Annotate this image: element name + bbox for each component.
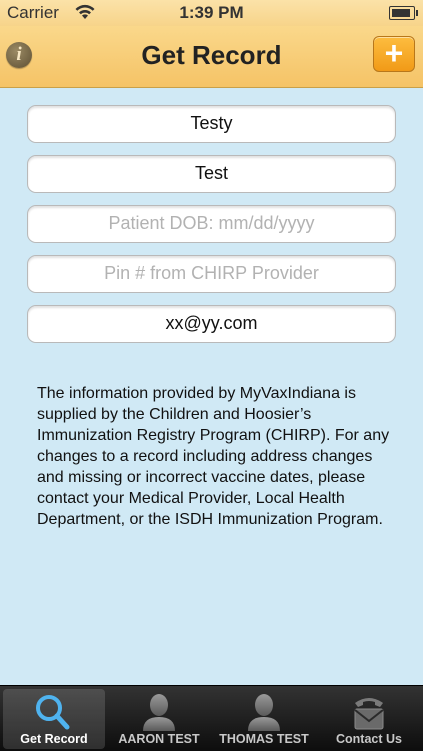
tab-label: THOMAS TEST — [219, 732, 309, 746]
tab-label: Contact Us — [336, 732, 402, 746]
tab-thomas-test[interactable]: THOMAS TEST — [213, 689, 315, 749]
email-field[interactable]: xx@yy.com — [27, 305, 396, 343]
navigation-bar: i Get Record + — [0, 26, 423, 88]
battery-icon — [389, 6, 418, 20]
dob-field[interactable]: Patient DOB: mm/dd/yyyy — [27, 205, 396, 243]
contact-phone-icon — [354, 698, 384, 730]
search-icon — [36, 695, 70, 730]
first-name-field[interactable]: Testy — [27, 105, 396, 143]
tab-label: Get Record — [20, 732, 88, 746]
add-record-button[interactable]: + — [373, 36, 415, 72]
tab-label: AARON TEST — [118, 732, 200, 746]
last-name-field[interactable]: Test — [27, 155, 396, 193]
status-bar: Carrier 1:39 PM — [0, 0, 423, 26]
tab-bar: Get Record AARON TEST THOMAS TEST Contac… — [0, 685, 423, 751]
page-title: Get Record — [141, 40, 282, 70]
tab-aaron-test[interactable]: AARON TEST — [108, 689, 210, 749]
tab-contact-us[interactable]: Contact Us — [318, 689, 420, 749]
tab-get-record[interactable]: Get Record — [3, 689, 105, 749]
plus-icon: + — [384, 35, 404, 71]
person-icon — [143, 694, 175, 731]
status-time: 1:39 PM — [179, 3, 244, 22]
pin-field[interactable]: Pin # from CHIRP Provider — [27, 255, 396, 293]
person-icon — [248, 694, 280, 731]
info-paragraph: The information provided by MyVaxIndiana… — [37, 385, 390, 528]
